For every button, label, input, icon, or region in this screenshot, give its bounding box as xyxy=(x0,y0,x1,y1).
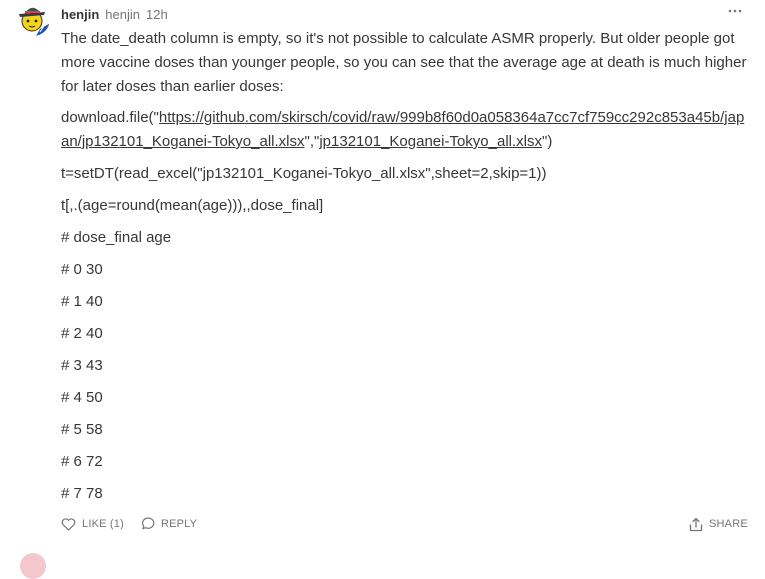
heart-icon xyxy=(61,517,76,531)
code-download-line: download.file("https://github.com/skirsc… xyxy=(61,106,751,154)
reply-label: REPLY xyxy=(160,518,198,530)
comment-body: The date_death column is empty, so it's … xyxy=(61,27,751,514)
reply-button[interactable]: REPLY xyxy=(140,517,197,531)
comment-intro-text: The date_death column is empty, so it's … xyxy=(61,30,747,95)
like-button[interactable]: LIKE (1) xyxy=(61,517,124,531)
more-options-button[interactable] xyxy=(724,2,746,20)
result-row: # 7 78 xyxy=(61,485,103,502)
result-row: # 4 50 xyxy=(61,389,103,406)
comment: henjin henjin 12h The date_death column … xyxy=(0,0,765,579)
result-header-line: # dose_final age xyxy=(61,229,172,246)
code-download-prefix: download.file(" xyxy=(61,109,159,126)
timestamp[interactable]: 12h xyxy=(146,7,168,22)
like-label: LIKE (1) xyxy=(82,518,124,530)
download-file-link[interactable]: jp132101_Koganei-Tokyo_all.xlsx xyxy=(319,133,542,150)
result-row: # 6 72 xyxy=(61,453,103,470)
author-name[interactable]: henjin xyxy=(61,7,99,22)
share-icon xyxy=(689,517,703,531)
next-comment-avatar[interactable] xyxy=(20,553,46,579)
code-download-mid: "," xyxy=(304,133,320,150)
result-row: # 2 40 xyxy=(61,325,103,342)
result-row: # 0 30 xyxy=(61,261,103,278)
speech-bubble-icon xyxy=(141,517,155,530)
share-label: SHARE xyxy=(709,518,748,530)
share-button[interactable]: SHARE xyxy=(689,514,748,534)
result-row: # 5 58 xyxy=(61,421,103,438)
result-row: # 1 40 xyxy=(61,293,103,310)
result-row: # 3 43 xyxy=(61,357,103,374)
more-horizontal-icon xyxy=(728,9,742,13)
comment-header: henjin henjin 12h xyxy=(61,5,168,23)
code-download-suffix: ") xyxy=(542,133,553,150)
avatar[interactable] xyxy=(16,2,50,36)
comment-actions: LIKE (1) REPLY xyxy=(61,514,213,534)
code-read-line: t=setDT(read_excel("jp132101_Koganei-Tok… xyxy=(61,165,547,182)
code-aggregate-line: t[,.(age=round(mean(age))),,dose_final] xyxy=(61,197,324,214)
author-handle[interactable]: henjin xyxy=(105,7,140,22)
avatar-illustration xyxy=(16,2,50,36)
